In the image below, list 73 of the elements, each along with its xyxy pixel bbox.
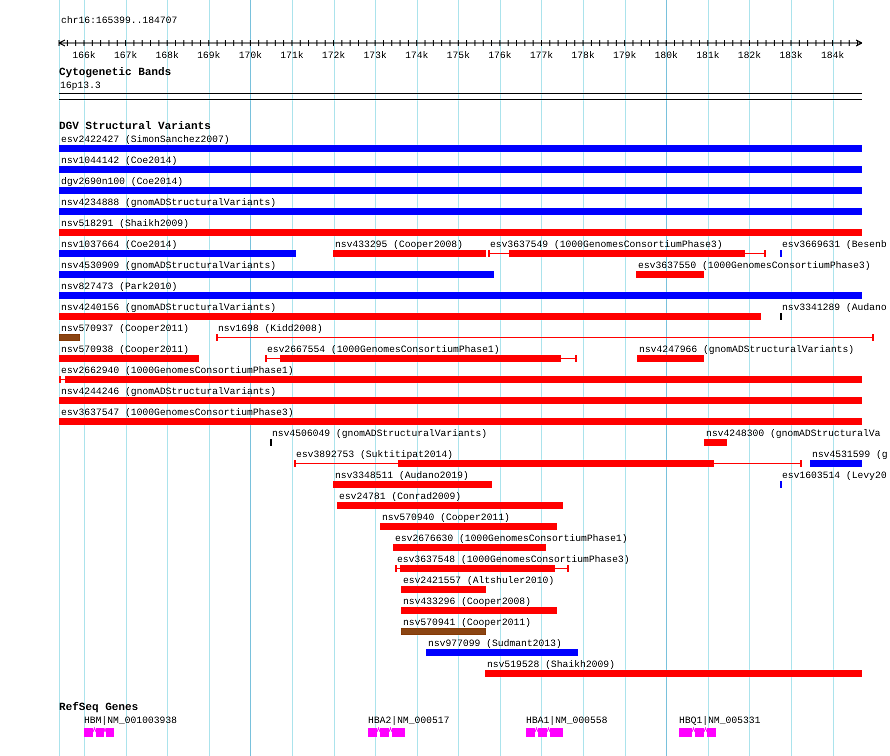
variant-label: nsv1044142 (Coe2014) [61, 155, 178, 166]
variant-label: nsv1037664 (Coe2014) [61, 239, 178, 250]
band-label: 16p13.3 [59, 80, 102, 91]
gene-model[interactable] [679, 727, 716, 737]
tick-label: 167k [114, 50, 138, 61]
variant-bar[interactable] [780, 313, 782, 320]
variant-label: nsv1698 (Kidd2008) [218, 323, 323, 334]
variant-label: esv2667554 (1000GenomesConsortiumPhase1) [266, 344, 500, 355]
variant-label: esv3637550 (1000GenomesConsortiumPhase3) [638, 260, 871, 271]
tick-label: 182k [738, 50, 762, 61]
variant-label: nsv570940 (Cooper2011) [382, 512, 510, 523]
variant-label: nsv570938 (Cooper2011) [61, 344, 189, 355]
variant-bar[interactable] [270, 439, 272, 446]
tick-label: 169k [197, 50, 220, 61]
tick-label: 171k [280, 50, 304, 61]
variant-label: dgv2690n100 (Coe2014) [61, 176, 184, 187]
variant-bar[interactable] [780, 250, 782, 257]
tick-label: 170k [238, 50, 262, 61]
gene-model[interactable] [368, 727, 405, 737]
tick-label: 174k [405, 50, 428, 61]
variant-label: nsv570941 (Cooper2011) [402, 617, 531, 628]
variant-label: nsv4244246 (gnomADStructuralVariants) [61, 386, 276, 397]
tick-label: 184k [820, 50, 844, 61]
track-title: Cytogenetic Bands [58, 67, 172, 80]
tick-label: 166k [72, 50, 96, 61]
variant-label: esv2422427 (SimonSanchez2007) [61, 134, 230, 145]
variant-label: esv2421557 (Altshuler2010) [402, 575, 554, 586]
variant-label: esv3637549 (1000GenomesConsortiumPhase3) [490, 239, 723, 250]
gene-label: HBA2|NM_000517 [368, 715, 450, 726]
gene-label: HBA1|NM_000558 [526, 715, 608, 726]
tick-label: 179k [613, 50, 636, 61]
tick-label: 177k [530, 50, 554, 61]
variant-label: esv1603514 (Levy20 [782, 470, 887, 481]
tick-label: 173k [363, 50, 387, 61]
variant-label: nsv518291 (Shaikh2009) [61, 218, 189, 229]
variant-label: nsv4240156 (gnomADStructuralVariants) [61, 302, 276, 313]
tick-label: 175k [446, 50, 470, 61]
variant-label: nsv4248300 (gnomADStructuralVa [706, 428, 880, 439]
variant-label: esv3637548 (1000GenomesConsortiumPhase3) [396, 554, 630, 565]
variant-label: nsv827473 (Park2010) [61, 281, 178, 292]
variant-label: nsv3348511 (Audano2019) [334, 470, 469, 481]
gene-model[interactable] [84, 727, 114, 737]
variant-label: nsv4247966 (gnomADStructuralVariants) [639, 344, 854, 355]
tick-label: 172k [322, 50, 346, 61]
tick-label: 178k [571, 50, 595, 61]
variant-label: nsv4506049 (gnomADStructuralVariants) [272, 428, 488, 439]
location-label: chr16:165399..184707 [61, 15, 178, 27]
tick-label: 181k [696, 50, 720, 61]
tick-label: 168k [156, 50, 179, 61]
variant-label: esv2676630 (1000GenomesConsortiumPhase1) [395, 533, 628, 544]
variant-label: nsv4234888 (gnomADStructuralVariants) [61, 197, 276, 208]
variant-label: nsv3341289 (Audano [782, 302, 887, 313]
variant-label: esv2662940 (1000GenomesConsortiumPhase1) [61, 365, 294, 376]
tick-label: 180k [654, 50, 678, 61]
track-title: RefSeq Genes [58, 702, 140, 715]
tick-label: 183k [779, 50, 803, 61]
gene-model[interactable] [526, 727, 563, 737]
variant-label: nsv433295 (Cooper2008) [334, 239, 463, 250]
variant-label: nsv977099 (Sudmant2013) [428, 638, 562, 649]
variant-label: esv3637547 (1000GenomesConsortiumPhase3) [61, 407, 294, 418]
variant-label: nsv4531599 (g [812, 449, 888, 460]
variant-label: esv24781 (Conrad2009) [339, 491, 462, 502]
variant-label: nsv4530909 (gnomADStructuralVariants) [61, 260, 276, 271]
variant-label: nsv570937 (Cooper2011) [61, 323, 189, 334]
gene-label: HBQ1|NM_005331 [679, 715, 760, 726]
variant-label: esv3669631 (Besenb [782, 239, 887, 250]
variant-label: esv3892753 (Suktitipat2014) [296, 449, 453, 460]
gene-label: HBM|NM_001003938 [84, 715, 177, 726]
variant-label: nsv519528 (Shaikh2009) [486, 659, 615, 670]
variant-label: nsv433296 (Cooper2008) [402, 596, 531, 607]
tick-label: 176k [488, 50, 512, 61]
track-title: DGV Structural Variants [58, 121, 212, 134]
variant-bar[interactable] [780, 481, 782, 488]
